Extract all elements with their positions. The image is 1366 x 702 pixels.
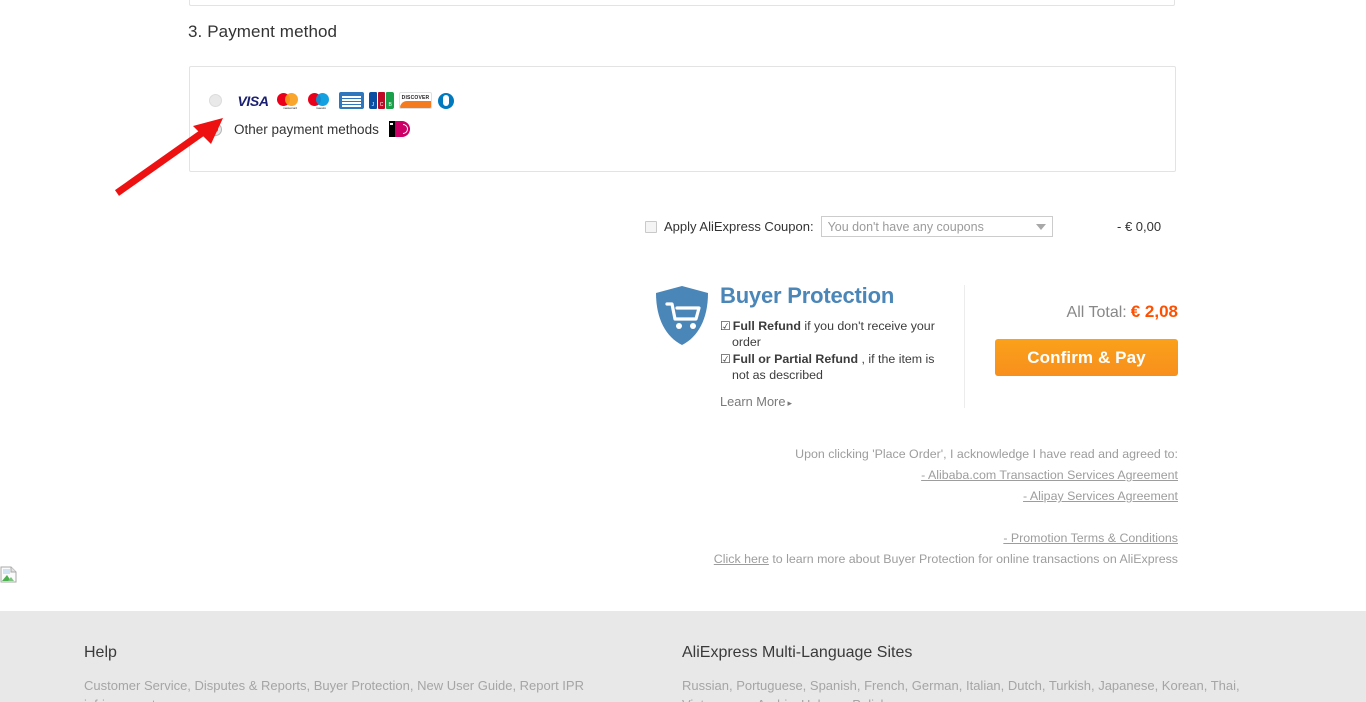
coupon-row: Apply AliExpress Coupon: You don't have … <box>645 216 1053 237</box>
click-here-link[interactable]: Click here <box>714 552 769 566</box>
shield-cart-icon <box>656 286 708 345</box>
other-payment-methods-label: Other payment methods <box>234 121 379 137</box>
promotion-terms-link[interactable]: - Promotion Terms & Conditions <box>1003 531 1178 545</box>
mastercard-logo: mastercard <box>277 92 303 109</box>
alipay-services-agreement-link[interactable]: - Alipay Services Agreement <box>1023 489 1178 503</box>
maestro-logo-label: maestro <box>315 106 327 109</box>
payment-option-other-methods[interactable]: Other payment methods <box>209 121 410 137</box>
vertical-divider <box>964 285 965 408</box>
coupon-discount-amount: - € 0,00 <box>1117 219 1162 234</box>
check-icon: ☑ <box>720 319 731 333</box>
previous-section-box <box>189 0 1175 6</box>
buyer-protection-title: Buyer Protection <box>720 283 895 308</box>
jcb-logo: J C B <box>369 92 394 109</box>
order-total-amount: € 2,08 <box>1130 302 1178 321</box>
page-title: 3. Payment method <box>188 22 338 41</box>
legal-spacer <box>578 507 1178 528</box>
footer-links[interactable]: Russian, Portuguese, Spanish, French, Ge… <box>682 676 1282 702</box>
payment-option-credit-cards[interactable]: VISA mastercard maestro J C B DISCOVER <box>209 92 455 109</box>
discover-logo: DISCOVER <box>399 92 432 109</box>
learn-more-label: Learn More <box>720 394 786 409</box>
credit-cards-radio[interactable] <box>209 94 222 107</box>
footer-heading: Help <box>84 644 117 661</box>
diners-club-logo <box>437 92 455 109</box>
footer-column-help: Help Customer Service, Disputes & Report… <box>84 644 644 702</box>
footer-heading: AliExpress Multi-Language Sites <box>682 644 913 661</box>
buyer-protection-item-strong: Full or Partial Refund <box>732 352 859 366</box>
legal-intro: Upon clicking 'Place Order', I acknowled… <box>795 447 1178 461</box>
buyer-protection-item: ☑ Full or Partial Refund , if the item is… <box>720 351 952 383</box>
visa-logo: VISA <box>237 92 269 109</box>
buyer-protection-item-strong: Full Refund <box>732 319 801 333</box>
american-express-logo <box>339 92 364 109</box>
ideal-logo <box>388 121 410 137</box>
alibaba-transaction-agreement-link[interactable]: - Alibaba.com Transaction Services Agree… <box>921 468 1178 482</box>
broken-image-icon <box>0 566 17 583</box>
legal-agreement-block: Upon clicking 'Place Order', I acknowled… <box>578 444 1178 570</box>
credit-card-logo-list: VISA mastercard maestro J C B DISCOVER <box>234 92 455 109</box>
mastercard-logo-label: mastercard <box>282 106 297 109</box>
apply-coupon-checkbox[interactable] <box>645 220 657 233</box>
check-icon: ☑ <box>720 352 731 366</box>
coupon-select[interactable]: You don't have any coupons <box>820 216 1053 237</box>
site-footer: Help Customer Service, Disputes & Report… <box>0 611 1366 702</box>
order-total-label: All Total: <box>1066 304 1127 321</box>
confirm-and-pay-button[interactable]: Confirm & Pay <box>995 339 1178 376</box>
buyer-protection-info-rest: to learn more about Buyer Protection for… <box>768 552 1178 566</box>
chevron-right-icon: ▸ <box>787 398 792 408</box>
other-payment-methods-radio[interactable] <box>209 122 222 136</box>
learn-more-link[interactable]: Learn More ▸ <box>720 394 792 409</box>
apply-coupon-label: Apply AliExpress Coupon: <box>664 219 814 234</box>
payment-method-box: VISA mastercard maestro J C B DISCOVER O… <box>189 66 1176 172</box>
buyer-protection-info-line: Click here to learn more about Buyer Pro… <box>578 549 1178 570</box>
maestro-logo: maestro <box>308 92 334 109</box>
coupon-select-placeholder: You don't have any coupons <box>827 219 984 234</box>
order-total: All Total: € 2,08 <box>1067 302 1178 322</box>
buyer-protection-list: ☑ Full Refund if you don't receive your o… <box>720 318 952 384</box>
buyer-protection-item: ☑ Full Refund if you don't receive your o… <box>720 318 952 350</box>
chevron-down-icon[interactable] <box>1035 223 1046 230</box>
footer-links[interactable]: Customer Service, Disputes & Reports, Bu… <box>84 676 644 702</box>
footer-column-languages: AliExpress Multi-Language Sites Russian,… <box>682 644 1282 702</box>
